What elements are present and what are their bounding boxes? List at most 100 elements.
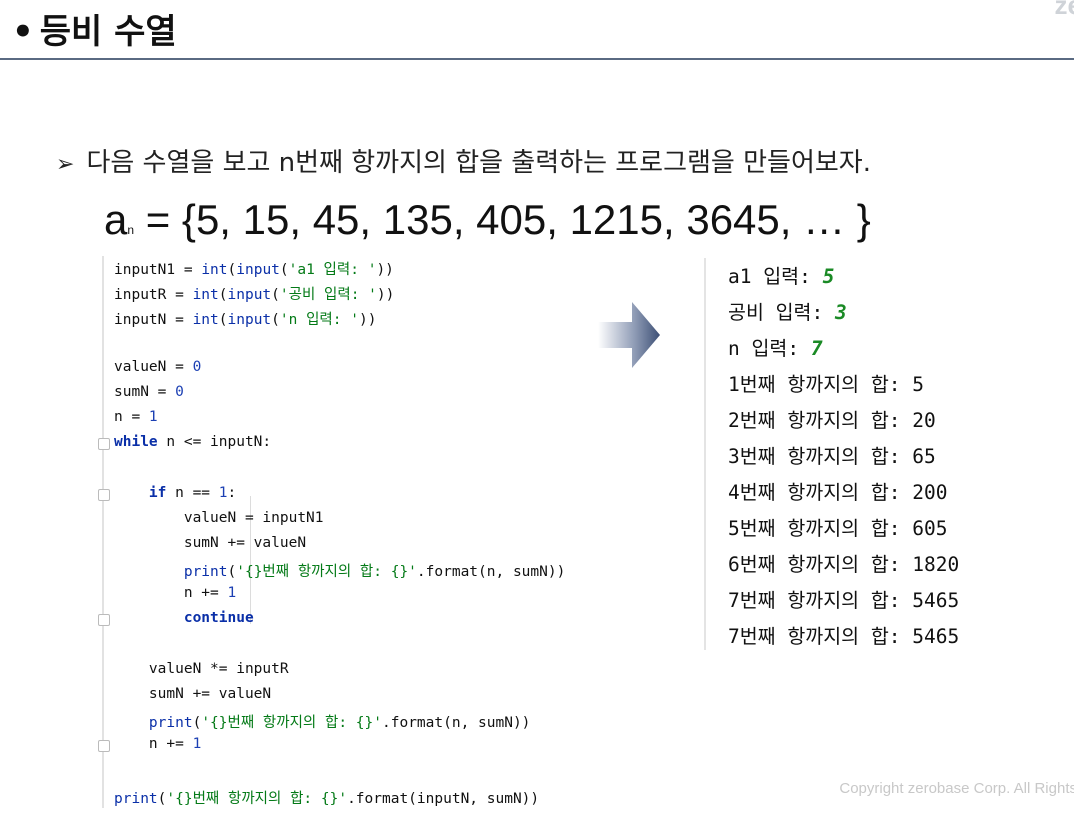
copyright-notice: Copyright zerobase Corp. All Rights R	[839, 780, 1074, 797]
code-token: sumN += valueN	[183, 535, 307, 551]
code-token: (	[218, 287, 228, 303]
code-token: ))	[376, 262, 394, 278]
code-line-10: sumN += valueN	[114, 535, 306, 551]
code-line-16: print('{}번째 항까지의 합: {}'.format(n, sumN))	[114, 711, 530, 732]
console-token: n 입력:	[728, 337, 811, 360]
code-token: .format(inputN, sumN))	[347, 791, 540, 807]
code-token: input	[227, 287, 272, 303]
prompt-ratio: 공비 입력: 3	[728, 296, 847, 325]
result-line: 3번째 항까지의 합: 65	[728, 445, 936, 468]
code-token: print	[148, 715, 193, 731]
code-line-8: if n == 1:	[114, 485, 236, 501]
console-token: a1 입력:	[728, 265, 823, 288]
code-token: .format(n, sumN))	[382, 715, 531, 731]
brand-logo: ze	[1054, 0, 1074, 20]
right-arrow-icon	[598, 302, 660, 368]
code-token: input	[227, 312, 272, 328]
code-token: (	[279, 262, 289, 278]
code-token: 1	[227, 585, 237, 601]
code-token: :	[227, 485, 237, 501]
code-token: valueN =	[114, 359, 193, 375]
console-token: 5	[822, 265, 835, 288]
result-line: 2번째 항까지의 합: 20	[728, 409, 936, 432]
code-token: (	[271, 312, 280, 328]
code-token: int	[192, 287, 219, 303]
code-token: inputN1 =	[114, 262, 202, 278]
code-token: while	[114, 434, 158, 450]
formula-variable: a	[104, 196, 128, 243]
prompt-a1: a1 입력: 5	[728, 260, 834, 289]
fold-marker-icon[interactable]	[98, 740, 110, 752]
instruction-label: 다음 수열을 보고 n번째 항까지의 합을 출력하는 프로그램을 만들어보자.	[86, 148, 871, 178]
code-token: 1	[218, 485, 228, 501]
code-token: n =	[114, 409, 149, 425]
code-token: (	[271, 287, 280, 303]
code-token: n +=	[183, 585, 228, 601]
code-token: ))	[376, 287, 395, 303]
title-bullet: •	[12, 12, 34, 52]
console-token: 공비 입력:	[728, 301, 835, 324]
instruction-text: ➢ 다음 수열을 보고 n번째 항까지의 합을 출력하는 프로그램을 만들어보자.	[56, 142, 871, 179]
code-token: .format(n, sumN))	[416, 564, 566, 580]
result-line: 6번째 항까지의 합: 1820	[728, 553, 960, 576]
code-token: sumN =	[114, 384, 176, 400]
prompt-n: n 입력: 7	[728, 332, 823, 361]
result-line: 7번째 항까지의 합: 5465	[728, 625, 960, 648]
code-line-12: n += 1	[114, 585, 236, 601]
code-token: print	[183, 564, 228, 580]
code-token: (	[218, 312, 228, 328]
code-token: int	[192, 312, 219, 328]
code-token: if	[148, 485, 167, 501]
code-token: ))	[358, 312, 377, 328]
code-token: '{}번째 항까지의 합: {}'	[236, 564, 417, 580]
code-token: 1	[148, 409, 158, 425]
code-token: '공비 입력: '	[279, 287, 377, 303]
code-line-15: sumN += valueN	[114, 686, 271, 702]
fold-marker-icon[interactable]	[98, 489, 110, 501]
code-editor: inputN1 = int(input('a1 입력: ')) inputR =…	[98, 256, 624, 808]
result-line: 5번째 항까지의 합: 605	[728, 517, 948, 540]
code-token: (	[227, 564, 237, 580]
sequence-formula: an = {5, 15, 45, 135, 405, 1215, 3645, ……	[104, 196, 871, 244]
code-token: (	[192, 715, 202, 731]
code-token: int	[201, 262, 228, 278]
code-line-4: valueN = 0	[114, 359, 201, 375]
code-line-7: while n <= inputN:	[114, 434, 271, 450]
arrow-bullet-icon: ➢	[56, 152, 75, 177]
code-token: valueN *= inputR	[148, 661, 289, 677]
formula-values: = {5, 15, 45, 135, 405, 1215, 3645, … }	[134, 196, 871, 243]
title-divider	[0, 58, 1074, 60]
console-token: 7	[810, 337, 823, 360]
code-token: 'n 입력: '	[279, 312, 359, 328]
code-token: n <= inputN:	[157, 434, 272, 450]
code-token: 0	[175, 384, 184, 400]
code-token: n +=	[148, 736, 193, 752]
result-line: 4번째 항까지의 합: 200	[728, 481, 948, 504]
fold-marker-icon[interactable]	[98, 614, 110, 626]
code-line-5: sumN = 0	[114, 384, 184, 400]
slide-header: •등비 수열 ze	[0, 0, 1074, 60]
code-token: 1	[192, 736, 202, 752]
fold-marker-icon[interactable]	[98, 438, 110, 450]
code-token: sumN += valueN	[148, 686, 272, 702]
console-token: 3	[834, 301, 847, 324]
result-line: 7번째 항까지의 합: 5465	[728, 589, 960, 612]
slide-title: • 등비 수열	[12, 4, 177, 53]
code-token: inputR =	[114, 287, 193, 303]
code-token: (	[227, 262, 237, 278]
title-text: 등비 수열	[39, 12, 177, 52]
result-line: 1번째 항까지의 합: 5	[728, 373, 925, 396]
code-line-6: n = 1	[114, 409, 158, 425]
code-line-1: inputN1 = int(input('a1 입력: '))	[114, 258, 394, 279]
code-line-14: valueN *= inputR	[114, 661, 289, 677]
code-token: continue	[183, 610, 254, 626]
console-output: a1 입력: 5 공비 입력: 3 n 입력: 7 1번째 항까지의 합: 5 …	[704, 258, 1074, 650]
code-token: input	[236, 262, 280, 278]
code-token: 0	[192, 359, 202, 375]
code-line-11: print('{}번째 항까지의 합: {}'.format(n, sumN))	[114, 560, 565, 581]
code-line-3: inputN = int(input('n 입력: '))	[114, 308, 376, 329]
code-line-2: inputR = int(input('공비 입력: '))	[114, 283, 394, 304]
code-token: '{}번째 항까지의 합: {}'	[201, 715, 382, 731]
code-line-13: continue	[114, 610, 254, 626]
code-token: 'a1 입력: '	[288, 262, 377, 278]
